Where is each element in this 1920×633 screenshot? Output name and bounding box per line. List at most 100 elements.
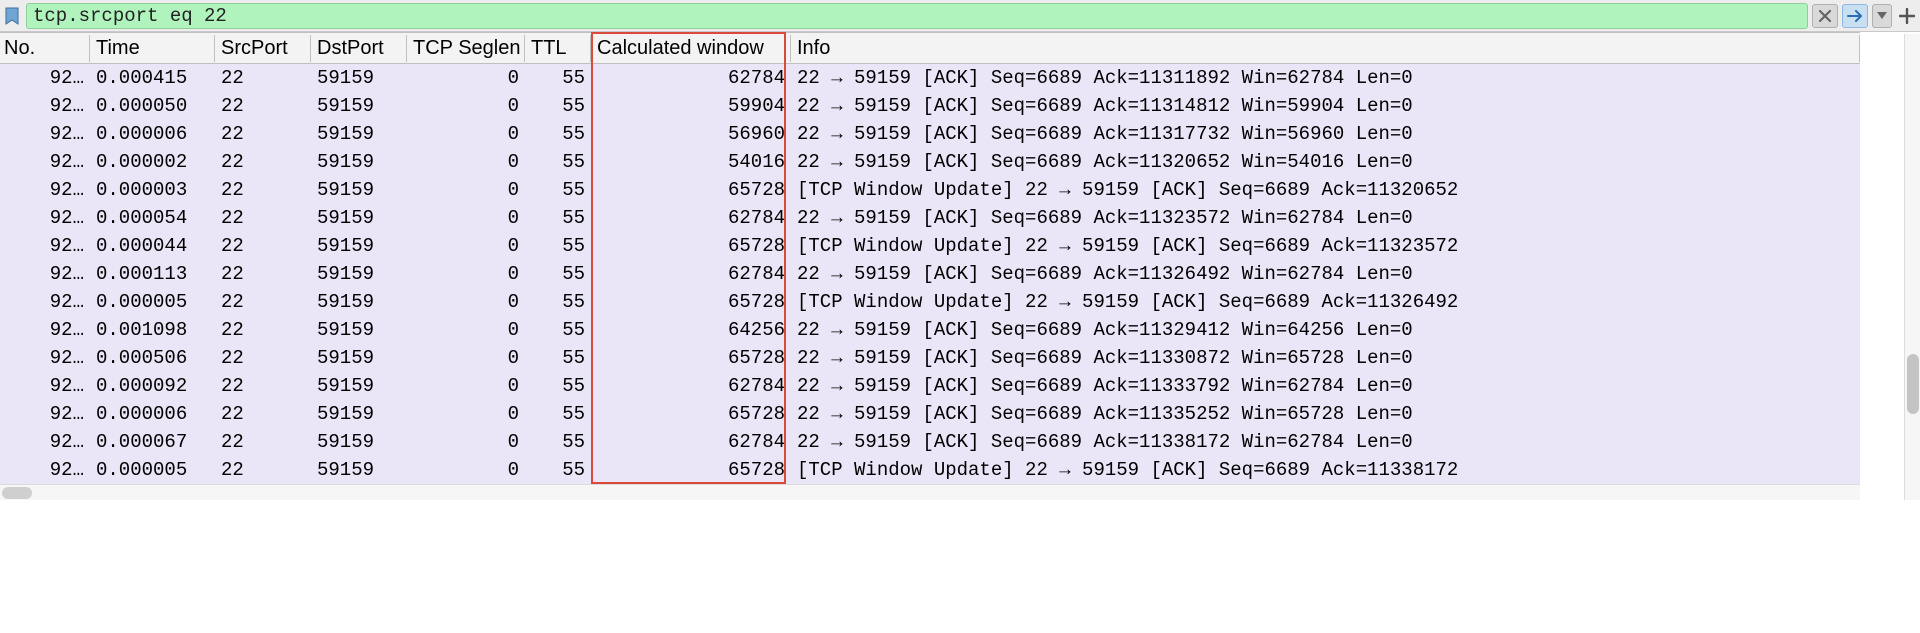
cell-info: 22 → 59159 [ACK] Seq=6689 Ack=11333792 W… [791,375,1860,397]
filter-history-dropdown[interactable] [1872,4,1892,28]
cell-info: 22 → 59159 [ACK] Seq=6689 Ack=11311892 W… [791,67,1860,89]
cell-dst: 59159 [311,319,407,341]
cell-dst: 59159 [311,123,407,145]
col-header-srcport[interactable]: SrcPort [215,35,311,62]
col-header-calculated-window[interactable]: Calculated window [591,35,791,62]
cell-win: 62784 [591,431,791,453]
cell-src: 22 [215,459,311,481]
table-row[interactable]: 92…0.00005422591590556278422 → 59159 [AC… [0,204,1860,232]
table-row[interactable]: 92…0.000005225915905565728[TCP Window Up… [0,288,1860,316]
cell-no: 92… [0,207,90,229]
horizontal-scrollbar[interactable] [0,484,1860,500]
table-row[interactable]: 92…0.000044225915905565728[TCP Window Up… [0,232,1860,260]
table-row[interactable]: 92…0.00000622591590556572822 → 59159 [AC… [0,400,1860,428]
cell-time: 0.000050 [90,95,215,117]
cell-seglen: 0 [407,459,525,481]
table-row[interactable]: 92…0.00000222591590555401622 → 59159 [AC… [0,148,1860,176]
cell-win: 65728 [591,235,791,257]
cell-ttl: 55 [525,123,591,145]
cell-win: 65728 [591,347,791,369]
cell-no: 92… [0,235,90,257]
apply-filter-button[interactable] [1842,4,1868,28]
table-row[interactable]: 92…0.00109822591590556425622 → 59159 [AC… [0,316,1860,344]
cell-seglen: 0 [407,319,525,341]
cell-seglen: 0 [407,403,525,425]
table-row[interactable]: 92…0.00041522591590556278422 → 59159 [AC… [0,64,1860,92]
cell-dst: 59159 [311,291,407,313]
cell-info: 22 → 59159 [ACK] Seq=6689 Ack=11329412 W… [791,319,1860,341]
cell-dst: 59159 [311,431,407,453]
cell-src: 22 [215,291,311,313]
cell-no: 92… [0,431,90,453]
table-row[interactable]: 92…0.00050622591590556572822 → 59159 [AC… [0,344,1860,372]
table-row[interactable]: 92…0.00005022591590555990422 → 59159 [AC… [0,92,1860,120]
cell-ttl: 55 [525,67,591,89]
col-header-no[interactable]: No. [0,35,90,62]
col-header-time[interactable]: Time [90,35,215,62]
cell-src: 22 [215,207,311,229]
cell-ttl: 55 [525,291,591,313]
cell-src: 22 [215,95,311,117]
table-row[interactable]: 92…0.00006722591590556278422 → 59159 [AC… [0,428,1860,456]
cell-win: 56960 [591,123,791,145]
cell-src: 22 [215,235,311,257]
cell-src: 22 [215,319,311,341]
cell-src: 22 [215,67,311,89]
table-row[interactable]: 92…0.00011322591590556278422 → 59159 [AC… [0,260,1860,288]
cell-seglen: 0 [407,375,525,397]
cell-info: 22 → 59159 [ACK] Seq=6689 Ack=11317732 W… [791,123,1860,145]
cell-info: [TCP Window Update] 22 → 59159 [ACK] Seq… [791,235,1860,257]
cell-no: 92… [0,263,90,285]
cell-no: 92… [0,459,90,481]
display-filter-input[interactable] [26,3,1808,29]
cell-seglen: 0 [407,151,525,173]
cell-dst: 59159 [311,179,407,201]
cell-no: 92… [0,123,90,145]
cell-win: 65728 [591,291,791,313]
table-row[interactable]: 92…0.000005225915905565728[TCP Window Up… [0,456,1860,484]
cell-seglen: 0 [407,235,525,257]
horizontal-scrollbar-thumb[interactable] [2,487,32,499]
cell-ttl: 55 [525,375,591,397]
cell-ttl: 55 [525,263,591,285]
bookmark-icon[interactable] [2,5,22,27]
cell-time: 0.000005 [90,291,215,313]
cell-no: 92… [0,319,90,341]
cell-win: 54016 [591,151,791,173]
col-header-seglen[interactable]: TCP Seglen [407,35,525,62]
packet-list[interactable]: 92…0.00041522591590556278422 → 59159 [AC… [0,64,1860,484]
cell-no: 92… [0,291,90,313]
cell-no: 92… [0,179,90,201]
cell-win: 62784 [591,67,791,89]
cell-time: 0.000006 [90,123,215,145]
col-header-dstport[interactable]: DstPort [311,35,407,62]
clear-filter-button[interactable] [1812,4,1838,28]
cell-ttl: 55 [525,347,591,369]
cell-win: 62784 [591,207,791,229]
cell-win: 65728 [591,459,791,481]
cell-time: 0.001098 [90,319,215,341]
cell-src: 22 [215,151,311,173]
cell-ttl: 55 [525,459,591,481]
vertical-scrollbar-thumb[interactable] [1907,354,1919,414]
table-row[interactable]: 92…0.00000622591590555696022 → 59159 [AC… [0,120,1860,148]
cell-src: 22 [215,375,311,397]
cell-dst: 59159 [311,207,407,229]
cell-seglen: 0 [407,67,525,89]
cell-ttl: 55 [525,235,591,257]
table-row[interactable]: 92…0.00009222591590556278422 → 59159 [AC… [0,372,1860,400]
cell-src: 22 [215,263,311,285]
add-filter-button[interactable] [1896,4,1918,28]
cell-no: 92… [0,151,90,173]
cell-ttl: 55 [525,95,591,117]
table-row[interactable]: 92…0.000003225915905565728[TCP Window Up… [0,176,1860,204]
cell-seglen: 0 [407,179,525,201]
vertical-scrollbar[interactable] [1904,34,1920,500]
cell-no: 92… [0,67,90,89]
cell-time: 0.000044 [90,235,215,257]
cell-info: 22 → 59159 [ACK] Seq=6689 Ack=11338172 W… [791,431,1860,453]
col-header-info[interactable]: Info [791,35,1860,62]
cell-info: [TCP Window Update] 22 → 59159 [ACK] Seq… [791,459,1860,481]
cell-src: 22 [215,123,311,145]
col-header-ttl[interactable]: TTL [525,35,591,62]
